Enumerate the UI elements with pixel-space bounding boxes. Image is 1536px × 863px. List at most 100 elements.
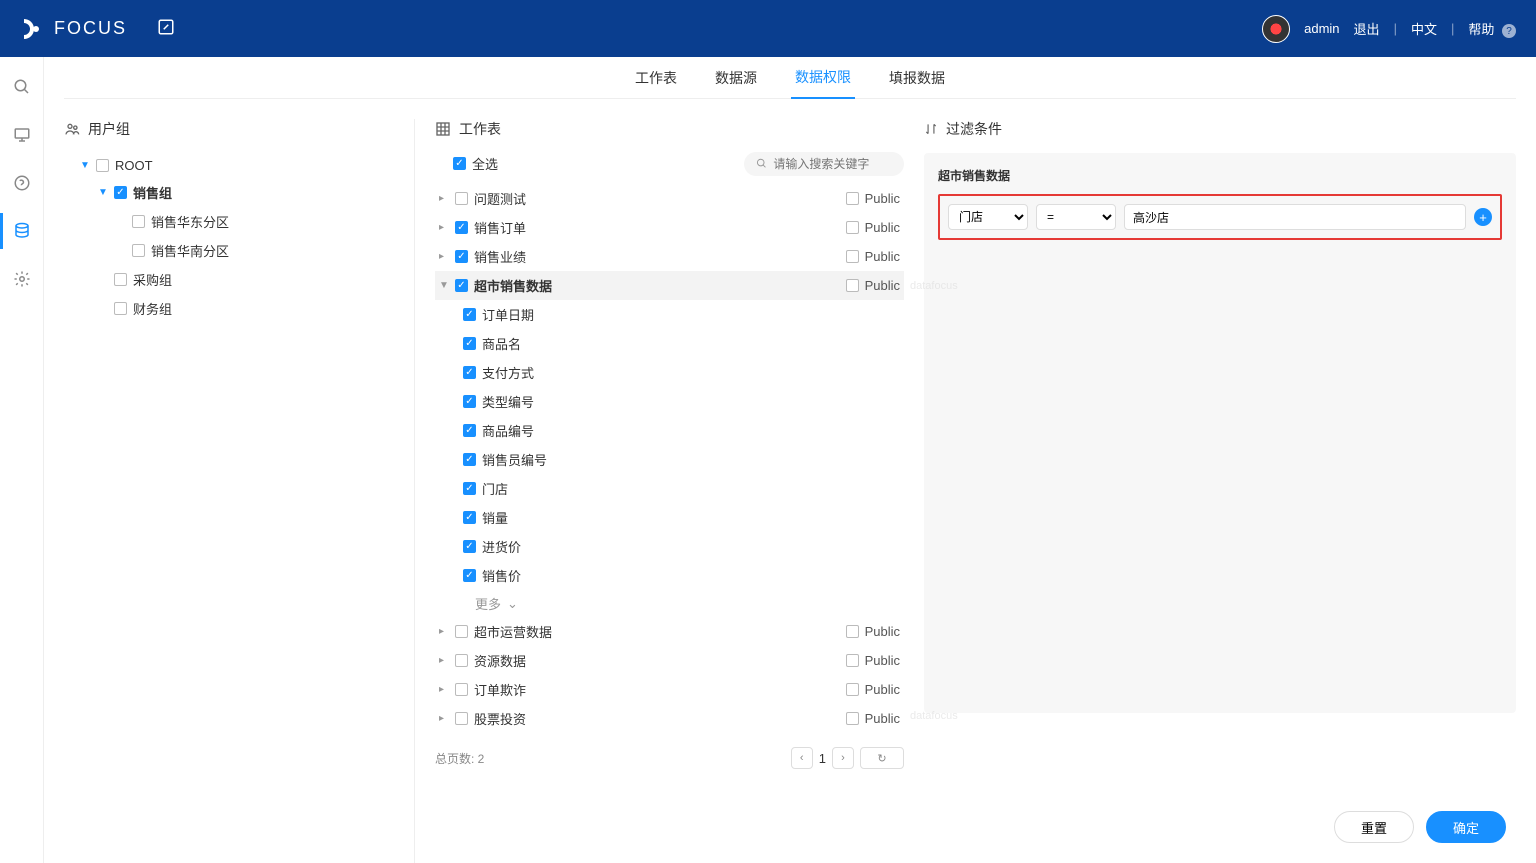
checkbox[interactable] <box>114 302 127 315</box>
checkbox[interactable] <box>455 279 468 292</box>
checkbox[interactable] <box>463 308 476 321</box>
filter-value-input[interactable] <box>1124 204 1466 230</box>
checkbox[interactable] <box>453 157 466 170</box>
checkbox[interactable] <box>455 250 468 263</box>
worksheet-title: 工作表 <box>459 119 501 139</box>
checkbox[interactable] <box>463 366 476 379</box>
public-toggle[interactable]: Public <box>846 278 900 293</box>
public-toggle[interactable]: Public <box>846 249 900 264</box>
table-row[interactable]: ▸股票投资Public <box>435 704 904 733</box>
tree-finance[interactable]: 财务组 <box>64 294 414 323</box>
nav-data-icon[interactable] <box>12 221 32 241</box>
table-row[interactable]: ▼超市销售数据Public <box>435 271 904 300</box>
edit-icon[interactable] <box>157 18 175 39</box>
tab-report[interactable]: 填报数据 <box>885 58 949 98</box>
checkbox[interactable] <box>455 683 468 696</box>
page-prev[interactable]: ‹ <box>791 747 813 769</box>
column-row[interactable]: 销量 <box>435 503 904 532</box>
column-row[interactable]: 商品编号 <box>435 416 904 445</box>
checkbox[interactable] <box>455 625 468 638</box>
checkbox[interactable] <box>463 453 476 466</box>
more-link[interactable]: 更多 ⌄ <box>435 590 904 617</box>
lang-link[interactable]: 中文 <box>1411 19 1437 38</box>
page-refresh[interactable]: ↻ <box>860 747 904 769</box>
checkbox[interactable] <box>463 482 476 495</box>
column-row[interactable]: 销售价 <box>435 561 904 590</box>
column-row[interactable]: 门店 <box>435 474 904 503</box>
table-row[interactable]: ▸销售订单Public <box>435 213 904 242</box>
checkbox[interactable] <box>846 279 859 292</box>
help-link[interactable]: 帮助 ? <box>1468 19 1516 39</box>
checkbox[interactable] <box>846 221 859 234</box>
checkbox[interactable] <box>463 511 476 524</box>
logout-link[interactable]: 退出 <box>1354 19 1380 38</box>
checkbox[interactable] <box>132 215 145 228</box>
search-input[interactable] <box>773 157 892 171</box>
column-row[interactable]: 订单日期 <box>435 300 904 329</box>
username[interactable]: admin <box>1304 21 1339 36</box>
table-row[interactable]: ▸问题测试Public <box>435 184 904 213</box>
caret-icon: ▸ <box>439 193 449 204</box>
filter-field-select[interactable]: 门店 <box>948 204 1028 230</box>
nav-settings-icon[interactable] <box>12 269 32 289</box>
tab-datasource[interactable]: 数据源 <box>711 58 761 98</box>
checkbox[interactable] <box>455 654 468 667</box>
tree-sales-east[interactable]: 销售华东分区 <box>64 207 414 236</box>
table-row[interactable]: ▸超市运营数据Public <box>435 617 904 646</box>
column-row[interactable]: 销售员编号 <box>435 445 904 474</box>
checkbox[interactable] <box>132 244 145 257</box>
add-filter-button[interactable]: + <box>1474 208 1492 226</box>
public-toggle[interactable]: Public <box>846 653 900 668</box>
search-box[interactable] <box>744 152 904 176</box>
brand-logo: FOCUS <box>20 17 127 41</box>
table-label: 销售订单 <box>474 218 526 237</box>
checkbox[interactable] <box>846 250 859 263</box>
column-label: 商品名 <box>482 334 521 353</box>
checkbox[interactable] <box>455 192 468 205</box>
checkbox[interactable] <box>455 221 468 234</box>
nav-search-icon[interactable] <box>12 77 32 97</box>
column-row[interactable]: 支付方式 <box>435 358 904 387</box>
table-row[interactable]: ▸销售业绩Public <box>435 242 904 271</box>
checkbox[interactable] <box>463 395 476 408</box>
public-toggle[interactable]: Public <box>846 220 900 235</box>
checkbox[interactable] <box>463 424 476 437</box>
column-row[interactable]: 商品名 <box>435 329 904 358</box>
page-next[interactable]: › <box>832 747 854 769</box>
checkbox[interactable] <box>114 186 127 199</box>
checkbox[interactable] <box>96 159 109 172</box>
checkbox[interactable] <box>463 569 476 582</box>
user-group-panel: 用户组 ▼ROOT ▼销售组 销售华东分区 销售华南分区 采购组 财务组 <box>64 119 414 863</box>
filter-op-select[interactable]: = <box>1036 204 1116 230</box>
checkbox[interactable] <box>846 192 859 205</box>
checkbox[interactable] <box>846 654 859 667</box>
checkbox[interactable] <box>846 683 859 696</box>
tree-sales[interactable]: ▼销售组 <box>64 178 414 207</box>
checkbox[interactable] <box>455 712 468 725</box>
tab-permission[interactable]: 数据权限 <box>791 57 855 99</box>
tree-purchase[interactable]: 采购组 <box>64 265 414 294</box>
column-label: 销售员编号 <box>482 450 547 469</box>
checkbox[interactable] <box>846 712 859 725</box>
checkbox[interactable] <box>463 337 476 350</box>
public-toggle[interactable]: Public <box>846 191 900 206</box>
checkbox[interactable] <box>846 625 859 638</box>
tab-worksheet[interactable]: 工作表 <box>631 58 681 98</box>
public-toggle[interactable]: Public <box>846 624 900 639</box>
tree-root[interactable]: ▼ROOT <box>64 153 414 178</box>
select-all-row[interactable]: 全选 <box>435 149 502 178</box>
table-row[interactable]: ▸订单欺诈Public <box>435 675 904 704</box>
reset-button[interactable]: 重置 <box>1334 811 1414 843</box>
checkbox[interactable] <box>463 540 476 553</box>
public-toggle[interactable]: Public <box>846 711 900 726</box>
nav-help-icon[interactable] <box>12 173 32 193</box>
column-row[interactable]: 进货价 <box>435 532 904 561</box>
public-toggle[interactable]: Public <box>846 682 900 697</box>
column-row[interactable]: 类型编号 <box>435 387 904 416</box>
avatar[interactable] <box>1262 15 1290 43</box>
nav-display-icon[interactable] <box>12 125 32 145</box>
table-row[interactable]: ▸资源数据Public <box>435 646 904 675</box>
checkbox[interactable] <box>114 273 127 286</box>
tree-sales-south[interactable]: 销售华南分区 <box>64 236 414 265</box>
confirm-button[interactable]: 确定 <box>1426 811 1506 843</box>
